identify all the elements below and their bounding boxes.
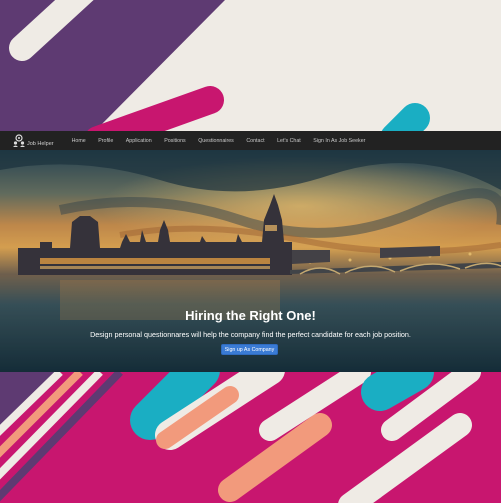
- nav-contact[interactable]: Contact: [246, 138, 264, 144]
- nav-lets-chat[interactable]: Let's Chat: [277, 138, 301, 144]
- brand-name: Job Helper: [27, 140, 54, 147]
- people-gear-icon: [13, 133, 25, 147]
- sign-up-company-button[interactable]: Sign up As Company: [221, 344, 278, 355]
- nav-sign-in-job-seeker[interactable]: Sign In As Job Seeker: [313, 138, 365, 144]
- nav-questionnaires[interactable]: Questionnaires: [198, 138, 234, 144]
- hero-section: Hiring the Right One! Design personal qu…: [0, 150, 501, 372]
- nav-home[interactable]: Home: [72, 138, 86, 144]
- brand-link[interactable]: Job Helper: [0, 131, 54, 150]
- nav-application[interactable]: Application: [126, 138, 152, 144]
- main-nav: Home Profile Application Positions Quest…: [72, 131, 378, 150]
- nav-positions[interactable]: Positions: [164, 138, 186, 144]
- nav-profile[interactable]: Profile: [98, 138, 113, 144]
- top-navbar: Job Helper Home Profile Application Posi…: [0, 131, 501, 151]
- website-screenshot: Job Helper Home Profile Application Posi…: [0, 131, 501, 372]
- hero-title: Hiring the Right One!: [185, 308, 316, 323]
- hero-subtitle: Design personal questionnares will help …: [90, 330, 411, 339]
